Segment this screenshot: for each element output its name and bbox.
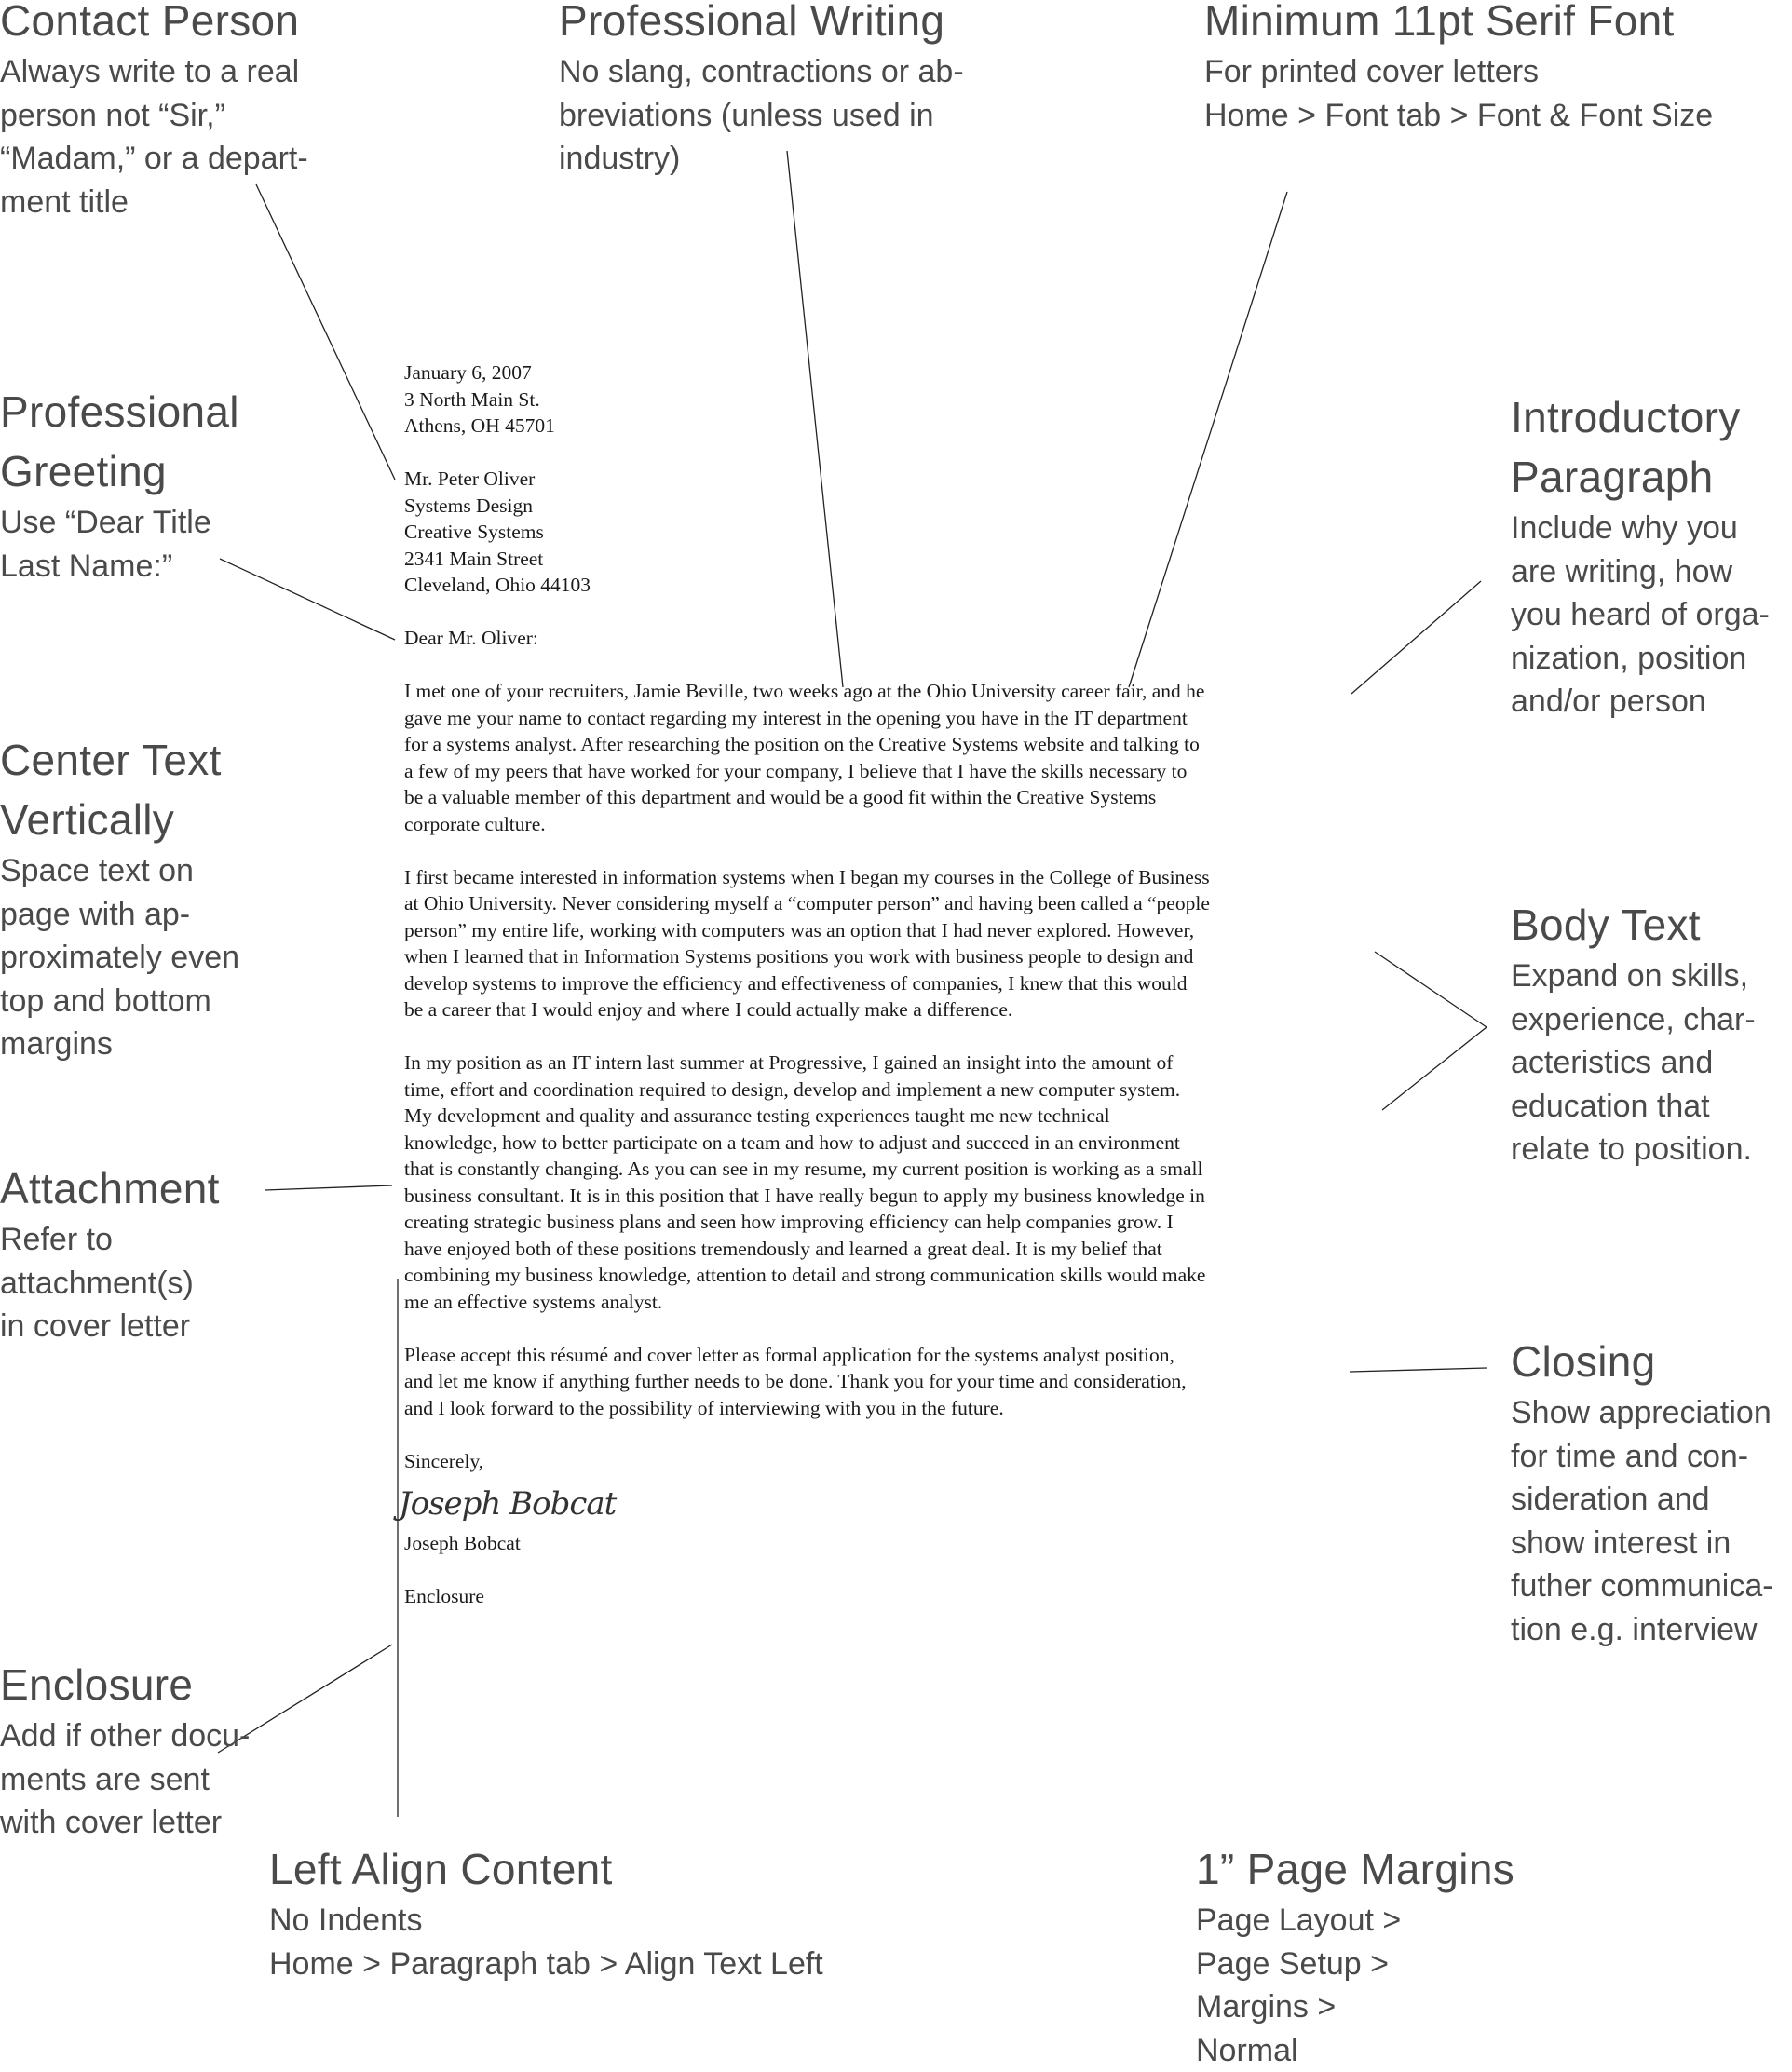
recipient-name: Mr. Peter Oliver — [404, 467, 536, 490]
annotation-title-line2: Greeting — [0, 447, 167, 495]
annotation-title: Minimum 11pt Serif Font — [1204, 0, 1675, 45]
annotation-desc: Always write to a real person not “Sir,”… — [0, 54, 308, 220]
annotation-desc: For printed cover letters Home > Font ta… — [1204, 54, 1714, 133]
letter-date: January 6, 2007 — [404, 361, 532, 384]
body-paragraph-2: In my position as an IT intern last summ… — [404, 1051, 1206, 1313]
recipient-company: Creative Systems — [404, 521, 544, 543]
annotation-attachment: Attachment Refer to attachment(s) in cov… — [0, 1158, 220, 1348]
recipient-street: 2341 Main Street — [404, 547, 544, 570]
annotation-title: Professional Writing — [559, 0, 945, 45]
intro-paragraph: I met one of your recruiters, Jamie Bevi… — [404, 680, 1205, 835]
salutation: Dear Mr. Oliver: — [404, 627, 538, 649]
annotation-enclosure: Enclosure Add if other docu- ments are s… — [0, 1655, 250, 1845]
annotation-title: Closing — [1511, 1337, 1656, 1386]
closing-paragraph: Please accept this résumé and cover lett… — [404, 1343, 1187, 1419]
annotation-desc: Page Layout > Page Setup > Margins > Nor… — [1196, 1903, 1402, 2068]
annotation-page-margins: 1” Page Margins Page Layout > Page Setup… — [1196, 1839, 1514, 2072]
annotation-desc: Show appreciation for time and con- side… — [1511, 1395, 1773, 1647]
annotation-title: Attachment — [0, 1164, 220, 1212]
annotation-desc: Add if other docu- ments are sent with c… — [0, 1718, 251, 1840]
complimentary-close: Sincerely, — [404, 1449, 484, 1472]
annotation-desc: Refer to attachment(s) in cover letter — [0, 1222, 194, 1344]
enclosure-notation: Enclosure — [404, 1585, 484, 1607]
leader-contact-person — [255, 183, 396, 481]
annotation-desc: No slang, contractions or ab- breviation… — [559, 54, 964, 176]
annotation-center-text: Center Text Vertically Space text on pag… — [0, 730, 239, 1066]
annotation-title-line1: Center Text — [0, 736, 222, 784]
annotation-title-line2: Paragraph — [1511, 453, 1714, 501]
annotation-title: Enclosure — [0, 1660, 194, 1709]
annotation-professional-greeting: Professional Greeting Use “Dear Title La… — [0, 382, 239, 588]
recipient-department: Systems Design — [404, 494, 533, 517]
annotation-desc: Include why you are writing, how you hea… — [1511, 510, 1770, 719]
cover-letter: January 6, 2007 3 North Main St. Athens,… — [399, 359, 1410, 1610]
annotation-contact-person: Contact Person Always write to a real pe… — [0, 0, 308, 223]
body-paragraph-1: I first became interested in information… — [404, 865, 1210, 1022]
sender-address-line: Athens, OH 45701 — [404, 414, 555, 437]
handwritten-signature: Joseph Bobcat — [399, 1485, 617, 1523]
annotation-title: Left Align Content — [269, 1845, 613, 1893]
annotation-serif-font: Minimum 11pt Serif Font For printed cove… — [1204, 0, 1713, 137]
annotation-title-line1: Professional — [0, 387, 239, 436]
annotation-introductory-paragraph: Introductory Paragraph Include why you a… — [1511, 387, 1770, 724]
annotation-desc: No Indents Home > Paragraph tab > Align … — [269, 1903, 823, 1982]
signer-name: Joseph Bobcat — [404, 1532, 521, 1554]
recipient-city: Cleveland, Ohio 44103 — [404, 574, 591, 596]
annotation-body-text: Body Text Expand on skills, experience, … — [1511, 895, 1756, 1171]
sender-address-line: 3 North Main St. — [404, 387, 540, 411]
leader-greeting — [219, 558, 396, 641]
annotation-title: Contact Person — [0, 0, 300, 45]
annotation-title: Body Text — [1511, 901, 1701, 949]
annotation-professional-writing: Professional Writing No slang, contracti… — [559, 0, 964, 181]
leader-attachment — [264, 1185, 393, 1191]
annotation-title-line2: Vertically — [0, 795, 175, 844]
annotation-desc: Use “Dear Title Last Name:” — [0, 505, 211, 584]
annotation-title: 1” Page Margins — [1196, 1845, 1514, 1893]
annotation-closing: Closing Show appreciation for time and c… — [1511, 1332, 1773, 1651]
annotation-desc: Space text on page with ap- proximately … — [0, 853, 240, 1062]
annotation-desc: Expand on skills, experience, char- acte… — [1511, 958, 1756, 1167]
annotation-left-align: Left Align Content No Indents Home > Par… — [269, 1839, 823, 1985]
annotation-title-line1: Introductory — [1511, 393, 1741, 441]
